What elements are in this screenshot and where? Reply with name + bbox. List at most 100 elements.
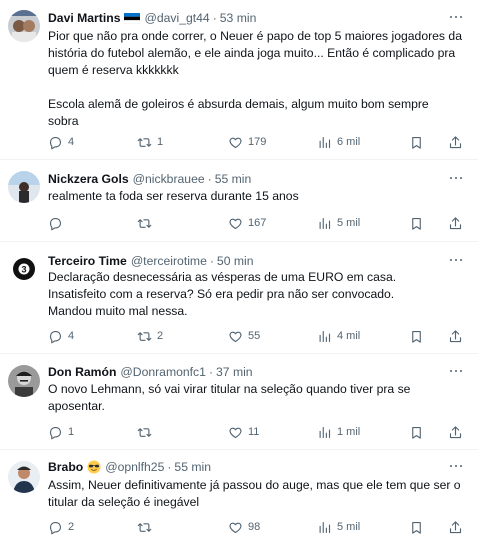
reply-button[interactable]: 1 [48,423,74,441]
separator: · [209,254,214,268]
svg-text:3: 3 [21,265,26,275]
retweet-button[interactable] [137,214,157,232]
separator: · [208,365,213,379]
share-button[interactable] [448,133,463,151]
tweet-brabo[interactable]: Brabo @opnlfh25 · 55 min Assim, Neuer de… [0,450,478,544]
more-icon[interactable] [448,363,464,379]
text-line: sobra [48,114,79,128]
author-handle[interactable]: @davi_gt44 [144,9,209,27]
share-button[interactable] [448,214,463,232]
views-button[interactable]: 1 mil [317,423,360,441]
retweet-count: 1 [157,136,164,148]
avatar[interactable] [8,10,40,42]
timestamp[interactable]: 53 min [220,9,257,27]
retweet-button[interactable] [137,423,157,441]
views-count: 5 mil [337,521,361,533]
tweet-don-ramon[interactable]: Don Ramón @Donramonfc1 · 37 min O novo L… [0,354,478,450]
bookmark-button[interactable] [409,133,424,151]
heart-icon [229,427,242,438]
share-button[interactable] [448,518,463,536]
reply-count: 1 [68,426,75,438]
author-name[interactable]: Brabo [48,458,83,476]
reply-icon [49,136,62,149]
avatar[interactable] [8,461,40,493]
reply-icon [49,330,62,343]
reply-button[interactable] [48,214,68,232]
author-handle[interactable]: @Donramonfc1 [120,363,206,381]
more-icon[interactable] [448,252,464,268]
timestamp[interactable]: 55 min [215,170,252,188]
avatar[interactable]: 3 [8,253,40,285]
sunglasses-emoji [87,460,101,474]
bookmark-icon [412,330,421,343]
bookmark-button[interactable] [409,327,424,345]
text-line: história do futebol alemão, e ele ainda … [48,46,456,60]
text-line: Insatisfeito com a reserva? Só era pedir… [48,287,395,301]
retweet-icon [137,137,152,147]
views-count: 6 mil [337,136,361,148]
tweet-text: Pior que não pra onde correr, o Neuer é … [48,28,466,130]
like-count: 11 [248,426,260,438]
like-button[interactable]: 11 [228,423,259,441]
views-icon [319,426,331,438]
share-button[interactable] [448,327,463,345]
timestamp[interactable]: 50 min [217,252,254,270]
author-name[interactable]: Terceiro Time [48,252,127,270]
views-button[interactable]: 6 mil [317,133,360,151]
bookmark-icon [412,426,421,439]
bookmark-icon [412,136,421,149]
reply-count: 4 [68,330,75,342]
author-handle[interactable]: @terceirotime [131,252,207,270]
share-icon [449,216,462,229]
reply-button[interactable]: 4 [48,133,74,151]
author-handle[interactable]: @nickbrauee [133,170,205,188]
retweet-count: 2 [157,330,164,342]
author-name[interactable]: Nickzera Gols [48,170,129,188]
retweet-button[interactable]: 2 [137,327,163,345]
text-line: realmente ta foda ser reserva durante 15… [48,189,299,203]
author-name[interactable]: Don Ramón [48,363,116,381]
like-button[interactable]: 98 [228,518,260,536]
like-button[interactable]: 179 [228,133,266,151]
action-bar: 4 2 55 4 mil [40,327,466,345]
retweet-button[interactable] [137,518,157,536]
tweet-nickzera-gols[interactable]: Nickzera Gols @nickbrauee · 55 min realm… [0,160,478,242]
views-button[interactable]: 4 mil [317,327,360,345]
like-button[interactable]: 167 [228,214,266,232]
views-icon [319,330,331,342]
like-button[interactable]: 55 [228,327,260,345]
more-icon[interactable] [448,458,464,474]
reply-button[interactable]: 2 [48,518,74,536]
author-name[interactable]: Davi Martins [48,9,120,27]
text-line: quem é reserva kkkkkkk [48,63,179,77]
tweet-header: Nickzera Gols @nickbrauee · 55 min [48,170,450,188]
tweet-terceiro-time[interactable]: 3 Terceiro Time @terceirotime · 50 min D… [0,242,478,354]
bookmark-button[interactable] [409,214,424,232]
separator: · [212,11,217,25]
more-icon[interactable] [448,170,464,186]
avatar[interactable] [8,171,40,203]
like-count: 167 [248,217,267,229]
action-bar: 4 1 179 6 mil [40,133,466,151]
share-icon [449,329,462,342]
author-handle[interactable]: @opnlfh25 [105,458,164,476]
bookmark-button[interactable] [409,518,424,536]
share-button[interactable] [448,423,463,441]
action-bar: 1 11 1 mil [40,423,466,441]
text-line: Mandou muito mal nessa. [48,304,188,318]
share-icon [449,135,462,148]
estonia-flag-emoji [124,12,141,24]
views-button[interactable]: 5 mil [317,518,360,536]
action-bar: 2 98 5 mil [40,518,466,536]
retweet-button[interactable]: 1 [137,133,163,151]
more-icon[interactable] [448,9,464,25]
reply-button[interactable]: 4 [48,327,74,345]
timestamp[interactable]: 55 min [174,458,211,476]
tweet-davi-martins[interactable]: Davi Martins @davi_gt44 · 53 min Pior qu… [0,0,478,160]
avatar[interactable] [8,365,40,397]
views-button[interactable]: 5 mil [317,214,360,232]
retweet-icon [137,218,152,228]
bookmark-button[interactable] [409,423,424,441]
tweet-text: Declaração desnecessária as vésperas de … [48,269,466,320]
timestamp[interactable]: 37 min [216,363,253,381]
